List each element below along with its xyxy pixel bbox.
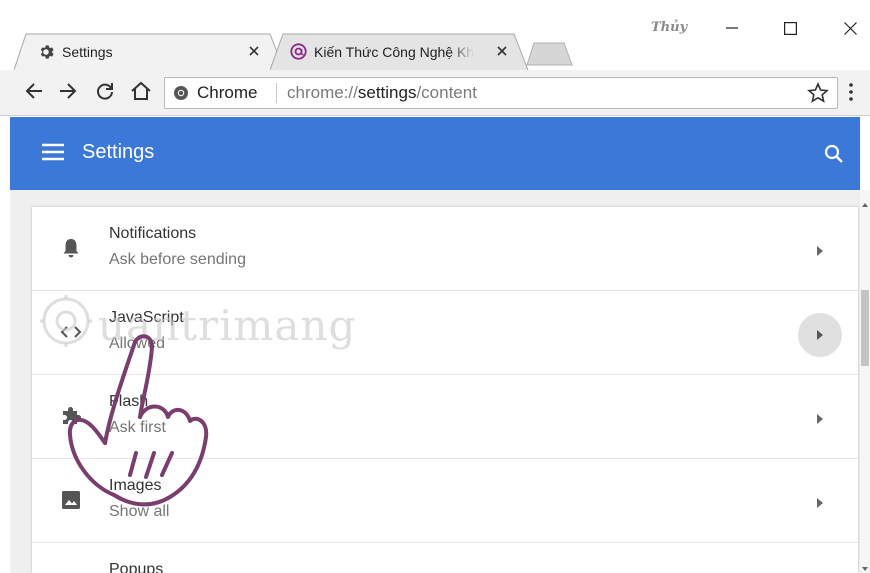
tab-label: Kiến Thức Công Nghệ Kh <box>314 43 475 60</box>
scroll-down-arrow-icon[interactable] <box>860 560 870 571</box>
settings-row-notifications[interactable]: Notifications Ask before sending <box>32 207 858 291</box>
scrollbar-thumb[interactable] <box>861 290 869 366</box>
row-subtitle: Ask first <box>109 419 166 436</box>
back-button[interactable] <box>21 80 47 106</box>
site-chip[interactable]: Chrome <box>173 78 257 108</box>
chrome-icon <box>173 85 189 101</box>
row-title: Flash <box>109 393 149 410</box>
chevron-right-icon[interactable] <box>798 229 842 273</box>
reload-icon <box>95 81 115 106</box>
browser-toolbar: Chrome chrome://settings/content <box>0 70 870 116</box>
settings-header: Settings <box>10 117 860 190</box>
profile-name[interactable]: Thủy <box>651 20 687 35</box>
arrow-left-icon <box>24 82 44 105</box>
code-icon <box>60 321 82 343</box>
minimize-icon <box>726 22 738 34</box>
hamburger-menu-icon[interactable] <box>42 143 64 166</box>
maximize-icon <box>783 21 797 35</box>
settings-row-images[interactable]: Images Show all <box>32 459 858 543</box>
vertical-scrollbar[interactable] <box>860 190 870 573</box>
page-title: Settings <box>82 141 155 163</box>
forward-button[interactable] <box>55 80 81 106</box>
settings-row-flash[interactable]: Flash Ask first <box>32 375 858 459</box>
content-settings-card: Notifications Ask before sending JavaScr… <box>32 207 858 573</box>
row-title: Images <box>109 477 162 494</box>
at-sign-icon <box>290 43 307 60</box>
window-close-button[interactable] <box>830 10 870 46</box>
home-icon <box>130 81 152 106</box>
chip-separator <box>276 83 277 103</box>
row-title: Notifications <box>109 225 197 242</box>
row-subtitle: Allowed <box>109 335 166 352</box>
row-subtitle: Show all <box>109 503 170 520</box>
url-scheme: chrome:// <box>287 83 358 102</box>
chevron-right-icon[interactable] <box>798 397 842 441</box>
row-title: Popups <box>109 561 164 573</box>
maximize-button[interactable] <box>770 10 810 46</box>
browser-menu-icon[interactable] <box>848 82 854 107</box>
window-titlebar: Settings Kiến Thức Công Nghệ Kh Thủy <box>0 0 870 70</box>
tab-kien-thuc[interactable]: Kiến Thức Công Nghệ Kh <box>270 33 530 70</box>
tab-settings[interactable]: Settings <box>14 33 284 70</box>
tab-label: Settings <box>62 43 113 60</box>
close-icon <box>843 21 857 35</box>
url-path: /content <box>416 83 477 102</box>
url-host: settings <box>357 83 417 102</box>
row-title: JavaScript <box>109 309 184 326</box>
tab-close-icon[interactable] <box>246 43 262 59</box>
new-tab-button[interactable] <box>526 42 574 66</box>
url-text[interactable]: chrome://settings/content <box>287 78 477 108</box>
tab-close-icon[interactable] <box>494 43 510 59</box>
minimize-button[interactable] <box>712 10 752 46</box>
row-subtitle: Ask before sending <box>109 251 246 268</box>
scroll-up-arrow-icon[interactable] <box>860 196 870 207</box>
chevron-right-icon[interactable] <box>798 313 842 357</box>
reload-button[interactable] <box>92 80 118 106</box>
puzzle-icon <box>60 405 82 427</box>
bell-icon <box>60 237 82 259</box>
arrow-right-icon <box>58 82 78 105</box>
bookmark-star-icon[interactable] <box>807 81 829 109</box>
chip-label: Chrome <box>197 83 258 102</box>
image-icon <box>60 489 82 511</box>
gear-icon <box>38 44 54 60</box>
settings-row-javascript[interactable]: JavaScript Allowed <box>32 291 858 375</box>
home-button[interactable] <box>128 80 154 106</box>
search-icon[interactable] <box>824 144 844 169</box>
address-bar[interactable]: Chrome chrome://settings/content <box>164 77 838 109</box>
chevron-right-icon[interactable] <box>798 481 842 525</box>
settings-row-popups[interactable]: Popups <box>32 543 858 573</box>
